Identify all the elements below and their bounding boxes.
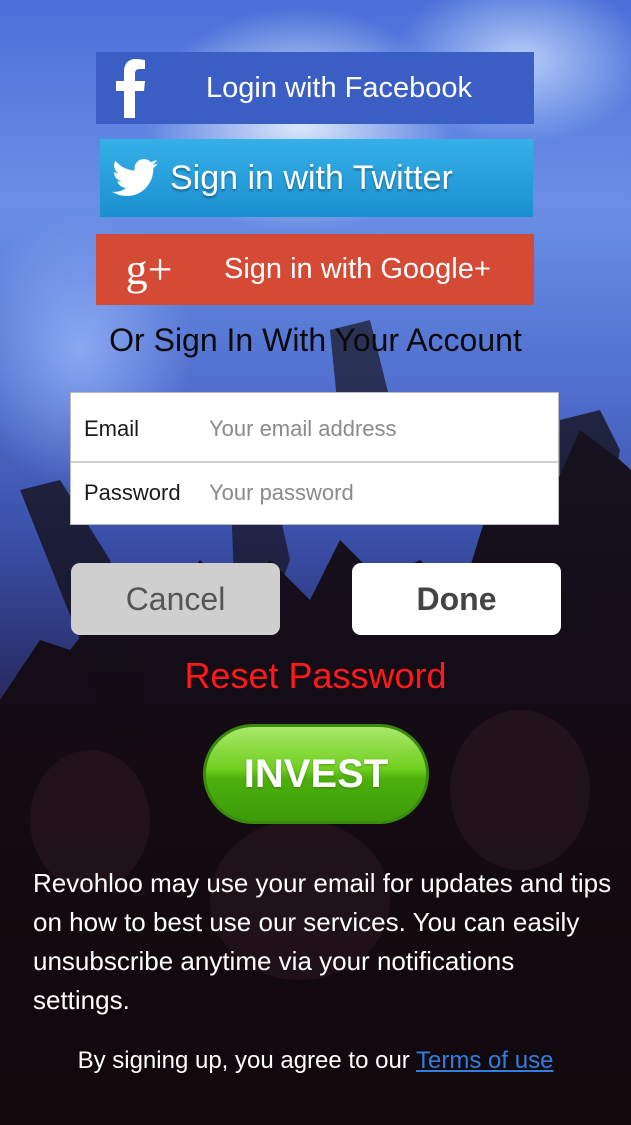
email-row: Email — [71, 397, 558, 463]
facebook-icon — [96, 58, 166, 118]
reset-password-link[interactable]: Reset Password — [0, 655, 631, 697]
google-plus-signin-label: Sign in with Google+ — [224, 253, 491, 285]
done-button[interactable]: Done — [352, 563, 561, 635]
facebook-login-label: Login with Facebook — [206, 71, 472, 104]
terms-prefix: By signing up, you agree to our — [77, 1047, 417, 1074]
password-input[interactable] — [207, 479, 531, 507]
invest-button[interactable]: INVEST — [203, 724, 429, 824]
cancel-button[interactable]: Cancel — [71, 563, 280, 635]
twitter-signin-label: Sign in with Twitter — [170, 158, 453, 197]
password-row: Password — [71, 461, 558, 525]
terms-notice: By signing up, you agree to our Terms of… — [0, 1047, 631, 1075]
terms-of-use-link[interactable]: Terms of use — [416, 1047, 553, 1074]
facebook-login-button[interactable]: Login with Facebook — [96, 52, 534, 124]
or-sign-in-heading: Or Sign In With Your Account — [109, 322, 522, 358]
google-plus-icon: g+ — [96, 244, 184, 295]
twitter-bird-icon — [100, 159, 170, 197]
google-plus-signin-button[interactable]: g+ Sign in with Google+ — [96, 234, 534, 305]
twitter-signin-button[interactable]: Sign in with Twitter — [100, 139, 533, 217]
password-label: Password — [84, 480, 181, 505]
email-input[interactable] — [207, 415, 531, 443]
login-form: Email Password — [70, 392, 559, 525]
email-usage-notice: Revohloo may use your email for updates … — [33, 868, 612, 1015]
google-plus-glyph: g+ — [125, 245, 173, 294]
email-label: Email — [84, 416, 140, 441]
